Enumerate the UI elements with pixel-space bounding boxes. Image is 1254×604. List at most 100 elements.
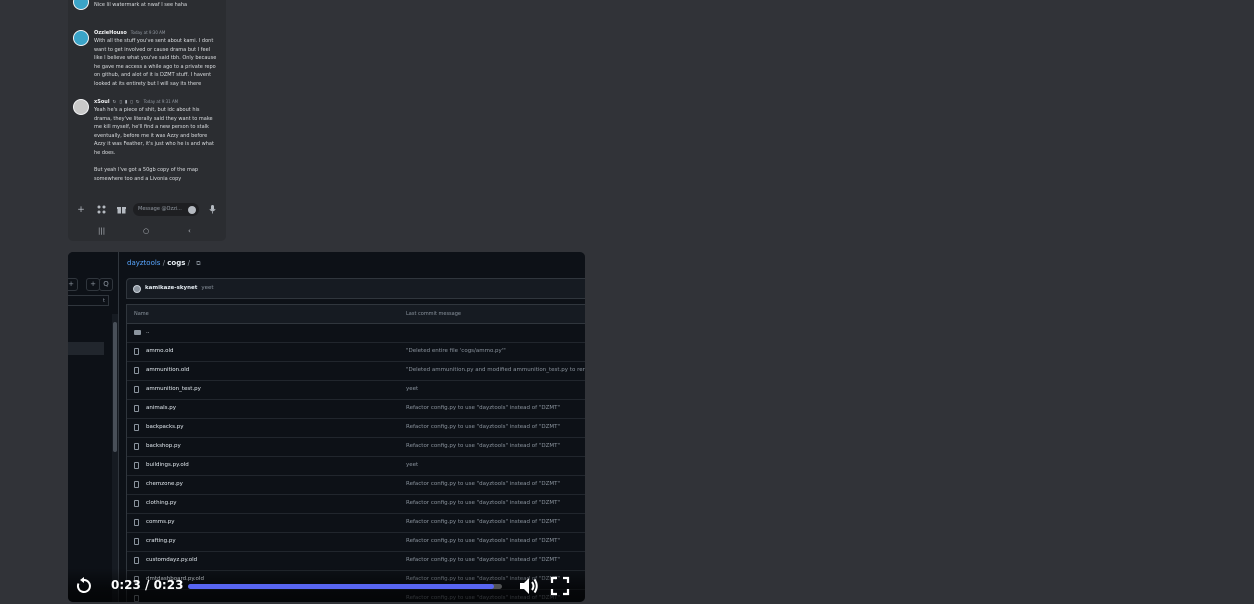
fullscreen-icon[interactable]: [550, 576, 570, 596]
table-row[interactable]: ammunition.old "Deleted ammunition.py and…: [127, 362, 585, 381]
file-icon: [134, 405, 139, 412]
message-timestamp: Today at 9:31 AM: [143, 99, 179, 104]
breadcrumb-separator-trailing: /: [187, 259, 191, 267]
phone-screenshot-attachment[interactable]: and be zoomed in that much?Nice lil wate…: [68, 0, 226, 241]
video-progress-bar[interactable]: [188, 584, 502, 589]
file-icon: [134, 367, 139, 374]
add-file-icon[interactable]: +: [86, 278, 100, 291]
table-row[interactable]: clothing.py Refactor config.py to use "da…: [127, 495, 585, 514]
plus-icon: +: [77, 205, 85, 215]
table-row[interactable]: backpacks.py Refactor config.py to use "d…: [127, 419, 585, 438]
table-row[interactable]: buildings.py.old yeet: [127, 457, 585, 476]
avatar[interactable]: [73, 30, 89, 46]
file-icon: [134, 424, 139, 431]
file-name-link[interactable]: ammunition_test.py: [146, 386, 201, 392]
message-line: Yeah he's a piece of shit, but idc about…: [94, 107, 200, 113]
commit-message-link[interactable]: Refactor config.py to use "dayztools" in…: [406, 481, 560, 487]
status-glyph-icon: ▯: [119, 100, 122, 105]
video-player[interactable]: + + Q t dayztools / cogs / ⧉ kamikaze-sk…: [68, 252, 585, 602]
volume-icon[interactable]: [518, 575, 540, 597]
file-name-link[interactable]: clothing.py: [146, 500, 177, 506]
file-name-link[interactable]: animals.py: [146, 405, 176, 411]
mic-icon: [207, 205, 217, 215]
table-row[interactable]: ..: [127, 324, 585, 343]
avatar[interactable]: [73, 0, 89, 10]
table-row[interactable]: crafting.py Refactor config.py to use "da…: [127, 533, 585, 552]
message-author[interactable]: xSoul ↻ ▯ ▮ ▯ ↻ Today at 9:31 AM: [94, 99, 178, 105]
status-glyph-icon: ↻: [135, 100, 140, 105]
message-line: With all the stuff you've sent about kam…: [94, 38, 214, 44]
message-author-name[interactable]: xSoul: [94, 99, 110, 105]
file-name-link[interactable]: ammunition.old: [146, 367, 189, 373]
file-icon: [134, 538, 139, 545]
message-line: But yeah I've got a 50gb copy of the map: [94, 167, 199, 174]
file-name-link[interactable]: ..: [146, 329, 150, 335]
file-filter-input[interactable]: t: [68, 295, 109, 306]
file-name-link[interactable]: crafting.py: [146, 538, 176, 544]
commit-author-name[interactable]: kamikaze-skynet: [145, 285, 197, 291]
phone-nav-bar: ||| ○ ‹: [68, 225, 226, 239]
video-time: 0:23 / 0:23: [111, 578, 184, 592]
file-name-link[interactable]: backshop.py: [146, 443, 181, 449]
breadcrumb-current-dir: cogs: [167, 259, 186, 267]
commit-message-link[interactable]: yeet: [406, 462, 418, 468]
commit-message-link[interactable]: Refactor config.py to use "dayztools" in…: [406, 500, 560, 506]
message-line: looked at its entirety but I will say it…: [94, 80, 202, 87]
file-icon: [134, 348, 139, 355]
message-line: me kill myself, he'll find a new person …: [94, 124, 209, 131]
table-row[interactable]: ammunition_test.py yeet: [127, 381, 585, 400]
back-icon: ‹: [188, 227, 191, 235]
search-icon[interactable]: Q: [99, 278, 113, 291]
file-icon: [134, 519, 139, 526]
commit-message-link[interactable]: "Deleted entire file 'cogs/ammo.py'": [406, 348, 506, 354]
file-name-link[interactable]: customdayz.py.old: [146, 557, 197, 563]
commit-message-link[interactable]: Refactor config.py to use "dayztools" in…: [406, 424, 560, 430]
table-row[interactable]: comms.py Refactor config.py to use "dayzt…: [127, 514, 585, 533]
file-name-link[interactable]: ammo.old: [146, 348, 174, 354]
message-line: eventually, before me it was Azzy and be…: [94, 132, 208, 139]
message-line: want to get involved or cause drama but …: [94, 46, 211, 53]
add-file-button[interactable]: +: [68, 278, 78, 291]
commit-message-link[interactable]: Refactor config.py to use "dayztools" in…: [406, 538, 560, 544]
file-name-link[interactable]: backpacks.py: [146, 424, 184, 430]
breadcrumb-owner-link[interactable]: dayztools: [127, 259, 160, 267]
status-glyph-icon: ↻: [112, 100, 117, 105]
message-line: Azzy it was Feather, it's just who he is…: [94, 141, 214, 148]
commit-message-link[interactable]: Refactor config.py to use "dayztools" in…: [406, 557, 560, 563]
message-author[interactable]: OzzieHouso Today at 9:30 AM: [94, 30, 165, 36]
scrollbar-thumb[interactable]: [113, 322, 117, 452]
video-progress-fill: [188, 584, 495, 589]
table-row[interactable]: chemzone.py Refactor config.py to use "da…: [127, 476, 585, 495]
message-line: drama, they've literally said they want …: [94, 115, 213, 122]
table-row[interactable]: backshop.py Refactor config.py to use "da…: [127, 438, 585, 457]
gift-icon: [116, 205, 126, 215]
scrollbar[interactable]: [112, 314, 118, 602]
message-line: [94, 158, 214, 167]
message-body: Yeah he's a piece of shit, but idc about…: [94, 106, 214, 183]
commit-message-link[interactable]: Refactor config.py to use "dayztools" in…: [406, 443, 560, 449]
selected-tree-item[interactable]: [68, 342, 104, 355]
file-icon: [134, 462, 139, 469]
commit-message-link[interactable]: "Deleted ammunition.py and modified ammu…: [406, 367, 585, 373]
avatar[interactable]: [73, 99, 89, 115]
commit-message[interactable]: yeet: [201, 285, 213, 291]
commit-message-link[interactable]: Refactor config.py to use "dayztools" in…: [406, 519, 560, 525]
file-name-link[interactable]: buildings.py.old: [146, 462, 189, 468]
table-row[interactable]: ammo.old "Deleted entire file 'cogs/ammo.…: [127, 343, 585, 362]
file-icon: [134, 443, 139, 450]
commit-message-link[interactable]: yeet: [406, 386, 418, 392]
file-name-link[interactable]: comms.py: [146, 519, 174, 525]
commit-message-link[interactable]: Refactor config.py to use "dayztools" in…: [406, 405, 560, 411]
message-body: With all the stuff you've sent about kam…: [94, 37, 216, 89]
message-line: like I believe what you've said tbh. Onl…: [94, 55, 217, 62]
copy-path-icon[interactable]: ⧉: [196, 260, 200, 267]
file-icon: [134, 481, 139, 488]
file-name-link[interactable]: chemzone.py: [146, 481, 183, 487]
commit-author[interactable]: kamikaze-skynet yeet: [145, 285, 214, 291]
message-author-name[interactable]: OzzieHouso: [94, 30, 127, 36]
file-icon: [134, 386, 139, 393]
file-rows: .. ammo.old "Deleted entire file 'cogs/amm…: [127, 324, 585, 602]
folder-icon: [134, 330, 141, 335]
table-row[interactable]: animals.py Refactor config.py to use "day…: [127, 400, 585, 419]
replay-icon[interactable]: [74, 576, 94, 596]
